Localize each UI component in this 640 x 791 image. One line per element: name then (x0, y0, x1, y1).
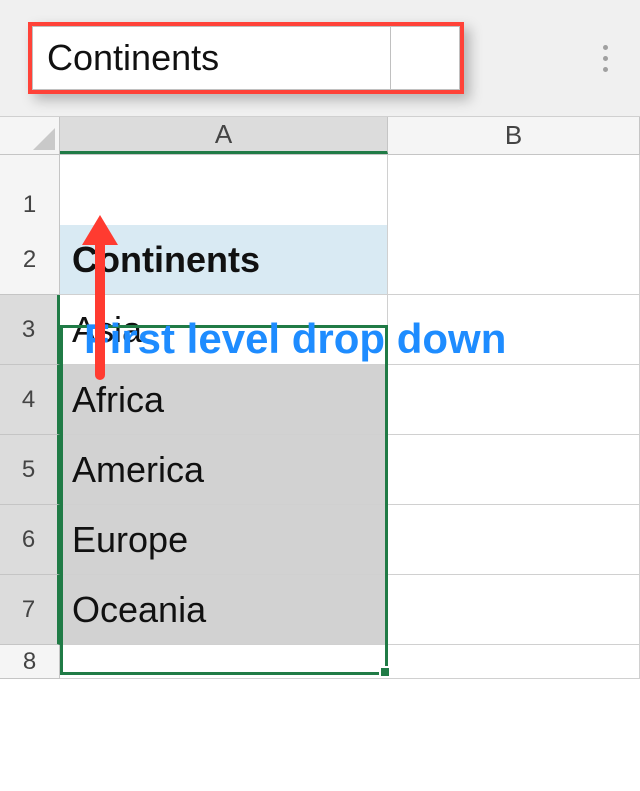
cell-A8[interactable] (60, 645, 388, 679)
column-header-row: A B (0, 117, 640, 155)
column-header-B[interactable]: B (388, 117, 640, 154)
spreadsheet-grid: A B 1 2 Continents 3 Asia 4 Africa 5 Ame… (0, 117, 640, 715)
cell-B8[interactable] (388, 645, 640, 679)
name-box-input[interactable] (32, 26, 390, 90)
name-box-bar (0, 0, 640, 117)
cell-B6[interactable] (388, 505, 640, 575)
column-header-A[interactable]: A (60, 117, 388, 154)
row-header-4[interactable]: 4 (0, 365, 60, 435)
row-header-3[interactable]: 3 (0, 295, 60, 365)
cell-A7[interactable]: Oceania (60, 575, 388, 645)
select-all-triangle[interactable] (0, 117, 60, 154)
annotation-text: First level drop down (84, 315, 506, 363)
kebab-menu-icon[interactable] (595, 37, 616, 80)
cell-A4[interactable]: Africa (60, 365, 388, 435)
cell-B2[interactable] (388, 225, 640, 295)
name-box-dropdown[interactable] (390, 26, 460, 90)
cell-A5[interactable]: America (60, 435, 388, 505)
row-header-5[interactable]: 5 (0, 435, 60, 505)
cell-B4[interactable] (388, 365, 640, 435)
row-header-2[interactable]: 2 (0, 225, 60, 295)
row-header-6[interactable]: 6 (0, 505, 60, 575)
grid-body: 1 2 Continents 3 Asia 4 Africa 5 America… (0, 155, 640, 715)
cell-B5[interactable] (388, 435, 640, 505)
row-header-8[interactable]: 8 (0, 645, 60, 679)
cell-A2[interactable]: Continents (60, 225, 388, 295)
row-header-7[interactable]: 7 (0, 575, 60, 645)
name-box-highlight (28, 22, 464, 94)
cell-A6[interactable]: Europe (60, 505, 388, 575)
cell-B7[interactable] (388, 575, 640, 645)
